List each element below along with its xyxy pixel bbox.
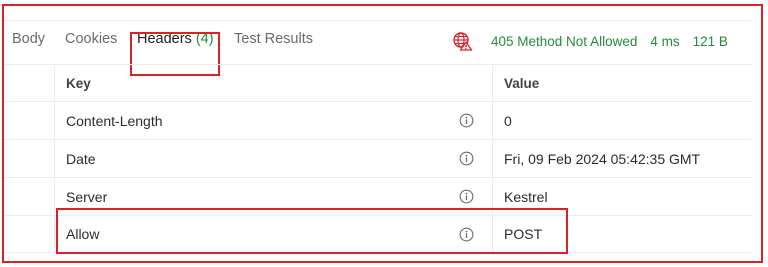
info-icon[interactable]	[459, 151, 474, 166]
header-value: POST	[504, 226, 543, 242]
response-time[interactable]: 4 ms	[650, 34, 679, 49]
header-key: Content-Length	[66, 112, 163, 129]
column-divider	[492, 65, 493, 101]
header-value: 0	[504, 112, 512, 129]
column-divider	[492, 102, 493, 139]
info-icon[interactable]	[459, 113, 474, 128]
column-divider	[492, 216, 493, 252]
row-gutter	[4, 216, 55, 252]
column-header-value: Value	[504, 75, 540, 91]
response-size[interactable]: 121 B	[693, 34, 728, 49]
info-icon[interactable]	[459, 227, 474, 242]
response-panel: Body Cookies Headers (4) Test Results 40…	[4, 6, 751, 261]
tab-body[interactable]: Body	[12, 31, 45, 47]
tab-cookies[interactable]: Cookies	[65, 31, 117, 47]
response-tab-bar: Body Cookies Headers (4) Test Results 40…	[4, 20, 751, 76]
info-icon[interactable]	[459, 189, 474, 204]
column-divider	[492, 178, 493, 215]
header-key: Date	[66, 150, 96, 167]
header-key: Allow	[66, 226, 100, 242]
response-status-bar: 405 Method Not Allowed 4 ms 121 B	[452, 31, 728, 51]
table-row: Date Fri, 09 Feb 2024 05:42:35 GMT	[4, 139, 751, 177]
header-key: Server	[66, 188, 108, 205]
tab-test-results[interactable]: Test Results	[234, 31, 313, 47]
header-value: Fri, 09 Feb 2024 05:42:35 GMT	[504, 150, 701, 167]
globe-error-icon[interactable]	[452, 31, 472, 51]
status-code[interactable]: 405 Method Not Allowed	[491, 34, 637, 49]
column-divider	[492, 140, 493, 177]
column-header-key: Key	[66, 75, 91, 91]
row-gutter	[4, 102, 55, 139]
row-gutter	[4, 140, 55, 177]
table-row: Server Kestrel	[4, 177, 751, 215]
table-row: Content-Length 0	[4, 101, 751, 139]
table-row: Allow POST	[4, 215, 751, 253]
annotation-frame: Body Cookies Headers (4) Test Results 40…	[2, 4, 763, 263]
header-value: Kestrel	[504, 188, 548, 205]
table-header-row: Key Value	[4, 64, 751, 101]
row-gutter	[4, 178, 55, 215]
headers-table: Key Value Content-Length 0 Date Fri, 09 …	[4, 64, 751, 253]
row-gutter	[4, 65, 55, 101]
